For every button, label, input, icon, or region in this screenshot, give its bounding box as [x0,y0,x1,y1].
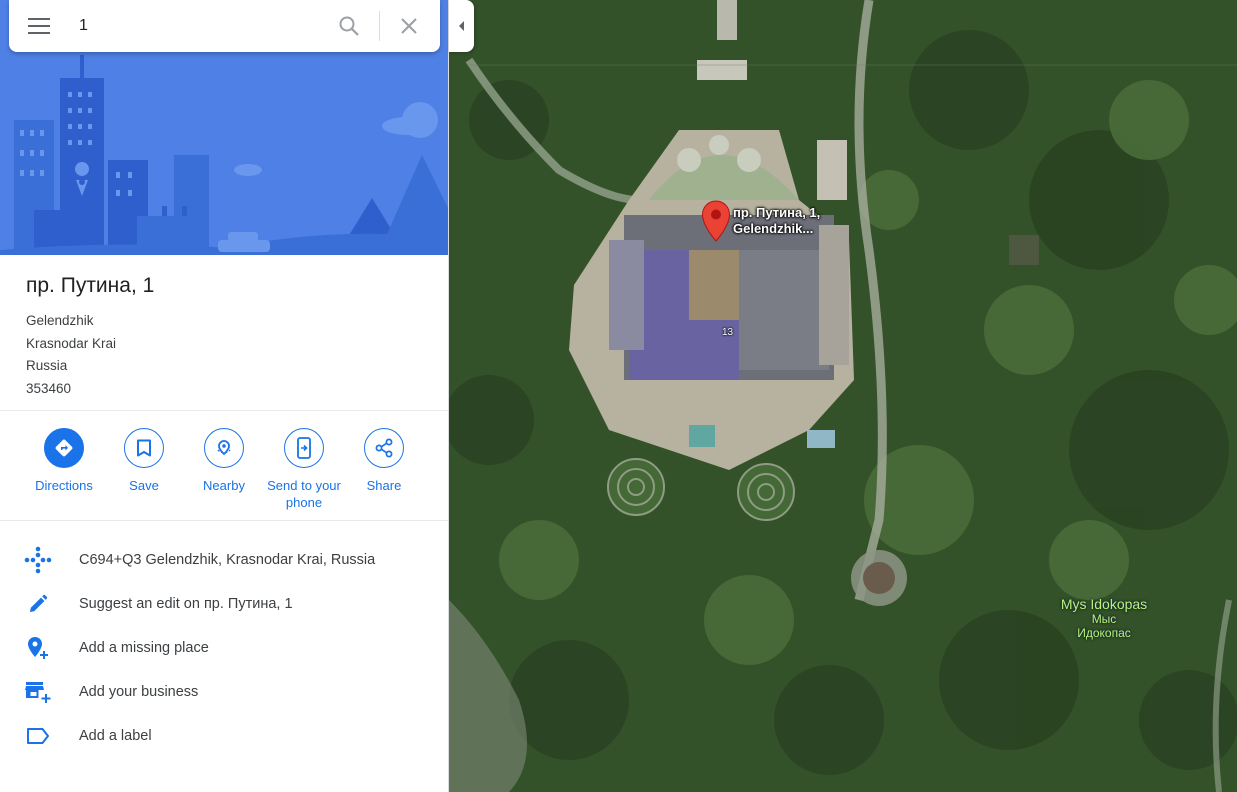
add-place-icon [28,637,48,659]
add-label-text: Add a label [79,728,152,744]
add-missing-place-row[interactable]: Add a missing place [0,626,448,670]
pencil-icon [30,594,48,612]
share-button[interactable]: Share [344,428,424,511]
address-region: Krasnodar Krai [26,335,117,351]
add-business-row[interactable]: Add your business [0,670,448,714]
address-country: Russia [26,358,68,373]
label-icon [27,728,49,744]
search-button[interactable] [319,0,379,52]
menu-button[interactable] [9,0,69,52]
hamburger-menu-icon [28,18,50,34]
location-pin[interactable] [701,200,731,247]
nearby-label: Nearby [203,478,245,493]
address-postal-code: 353460 [26,380,72,396]
directions-button[interactable]: Directions [24,428,104,511]
cape-place-label[interactable]: Mys Idokopas Мыс Идокопас [1029,596,1179,640]
cape-local-name-line1: Мыс [1091,612,1117,626]
map-pin-icon [701,200,731,242]
suggest-edit-text: Suggest an edit on пр. Путина, 1 [79,596,293,612]
info-list: C694+Q3 Gelendzhik, Krasnodar Krai, Russ… [0,538,448,758]
side-panel: пр. Путина, 1 Gelendzhik Krasnodar Krai … [0,0,449,792]
suggest-edit-row[interactable]: Suggest an edit on пр. Путина, 1 [0,582,448,626]
directions-icon [55,439,73,457]
search-box [9,0,440,52]
close-icon [401,18,417,34]
save-button[interactable]: Save [104,428,184,511]
add-business-text: Add your business [79,684,199,700]
place-title: пр. Путина, 1 [26,274,155,297]
building-number-label: 13 [722,327,734,338]
save-label: Save [129,478,159,493]
add-missing-place-text: Add a missing place [79,640,209,656]
share-label: Share [366,478,402,493]
address-city: Gelendzhik [26,313,94,328]
send-to-phone-label: Send to your phone [267,478,341,510]
search-icon [339,16,359,36]
section-divider [0,410,448,411]
search-input[interactable] [69,6,319,46]
plus-code-text: C694+Q3 Gelendzhik, Krasnodar Krai, Russ… [79,552,376,568]
directions-label: Directions [35,478,93,493]
nearby-icon [217,440,231,456]
bookmark-icon [137,439,151,457]
satellite-map[interactable]: пр. Путина, 1, Gelendzhik... 13 Mys Idok… [449,0,1237,792]
satellite-imagery [449,0,1237,792]
clear-search-button[interactable] [380,0,438,52]
cape-local-name-line2: Идокопас [1077,626,1131,640]
collapse-panel-button[interactable] [449,0,474,52]
add-label-row[interactable]: Add a label [0,714,448,758]
place-details: пр. Путина, 1 Gelendzhik Krasnodar Krai … [26,274,154,400]
send-to-phone-icon [297,437,311,459]
add-business-icon [25,682,51,703]
send-to-phone-button[interactable]: Send to your phone [264,428,344,511]
plus-code-icon [24,546,52,574]
section-divider [0,520,448,521]
pin-label[interactable]: пр. Путина, 1, Gelendzhik... [733,205,873,237]
plus-code-row[interactable]: C694+Q3 Gelendzhik, Krasnodar Krai, Russ… [0,538,448,582]
share-icon [375,438,393,458]
nearby-button[interactable]: Nearby [184,428,264,511]
caret-left-icon [458,21,464,31]
action-bar: Directions Save Nearby Send to your phon… [24,428,424,511]
cape-name: Mys Idokopas [1060,596,1148,612]
